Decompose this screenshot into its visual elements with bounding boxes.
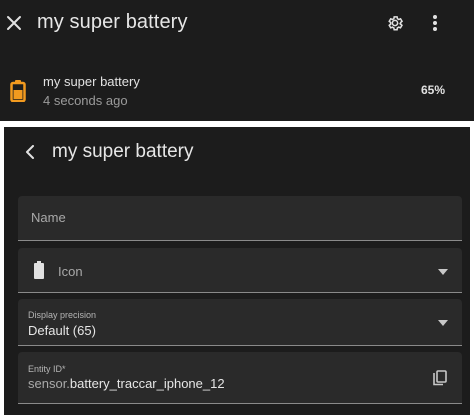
- entity-id-object: battery_traccar_iphone_12: [69, 376, 225, 391]
- copy-icon: [433, 370, 447, 386]
- entity-last-changed: 4 seconds ago: [43, 93, 128, 108]
- back-button[interactable]: [20, 141, 40, 163]
- entity-id-field[interactable]: Entity ID* sensor.battery_traccar_iphone…: [18, 352, 462, 404]
- entity-id-label: Entity ID*: [28, 364, 66, 374]
- chevron-left-icon: [26, 145, 34, 159]
- entity-name: my super battery: [43, 74, 140, 89]
- gear-icon: [388, 16, 404, 31]
- more-vertical-icon: [433, 15, 437, 31]
- caret-down-icon: [438, 269, 448, 275]
- caret-down-icon: [438, 320, 448, 326]
- entity-id-prefix: sensor.: [28, 376, 70, 391]
- copy-button[interactable]: [432, 369, 448, 387]
- icon-picker[interactable]: Icon: [18, 248, 462, 293]
- name-field[interactable]: Name: [18, 196, 462, 241]
- more-info-dialog: my super battery my super battery 4 seco…: [0, 0, 474, 121]
- display-precision-label: Display precision: [28, 310, 97, 320]
- icon-field-label: Icon: [58, 264, 83, 279]
- entity-id-value: sensor.battery_traccar_iphone_12: [28, 376, 225, 391]
- more-options-button[interactable]: [424, 12, 446, 34]
- settings-title: my super battery: [52, 141, 194, 162]
- dialog-title: my super battery: [37, 11, 188, 33]
- battery-full-icon: [33, 261, 45, 279]
- name-field-label: Name: [31, 210, 66, 225]
- close-button[interactable]: [2, 11, 26, 35]
- entity-settings-panel: my super battery Name Icon Display preci…: [4, 127, 470, 415]
- entity-row[interactable]: my super battery 4 seconds ago 65%: [0, 62, 474, 116]
- close-icon: [7, 16, 21, 30]
- battery-60-icon: [10, 80, 26, 103]
- settings-button[interactable]: [384, 12, 406, 34]
- display-precision-value: Default (65): [28, 323, 96, 338]
- entity-state: 65%: [420, 83, 445, 97]
- display-precision-select[interactable]: Display precision Default (65): [18, 299, 462, 346]
- dialog-header: my super battery: [0, 0, 474, 50]
